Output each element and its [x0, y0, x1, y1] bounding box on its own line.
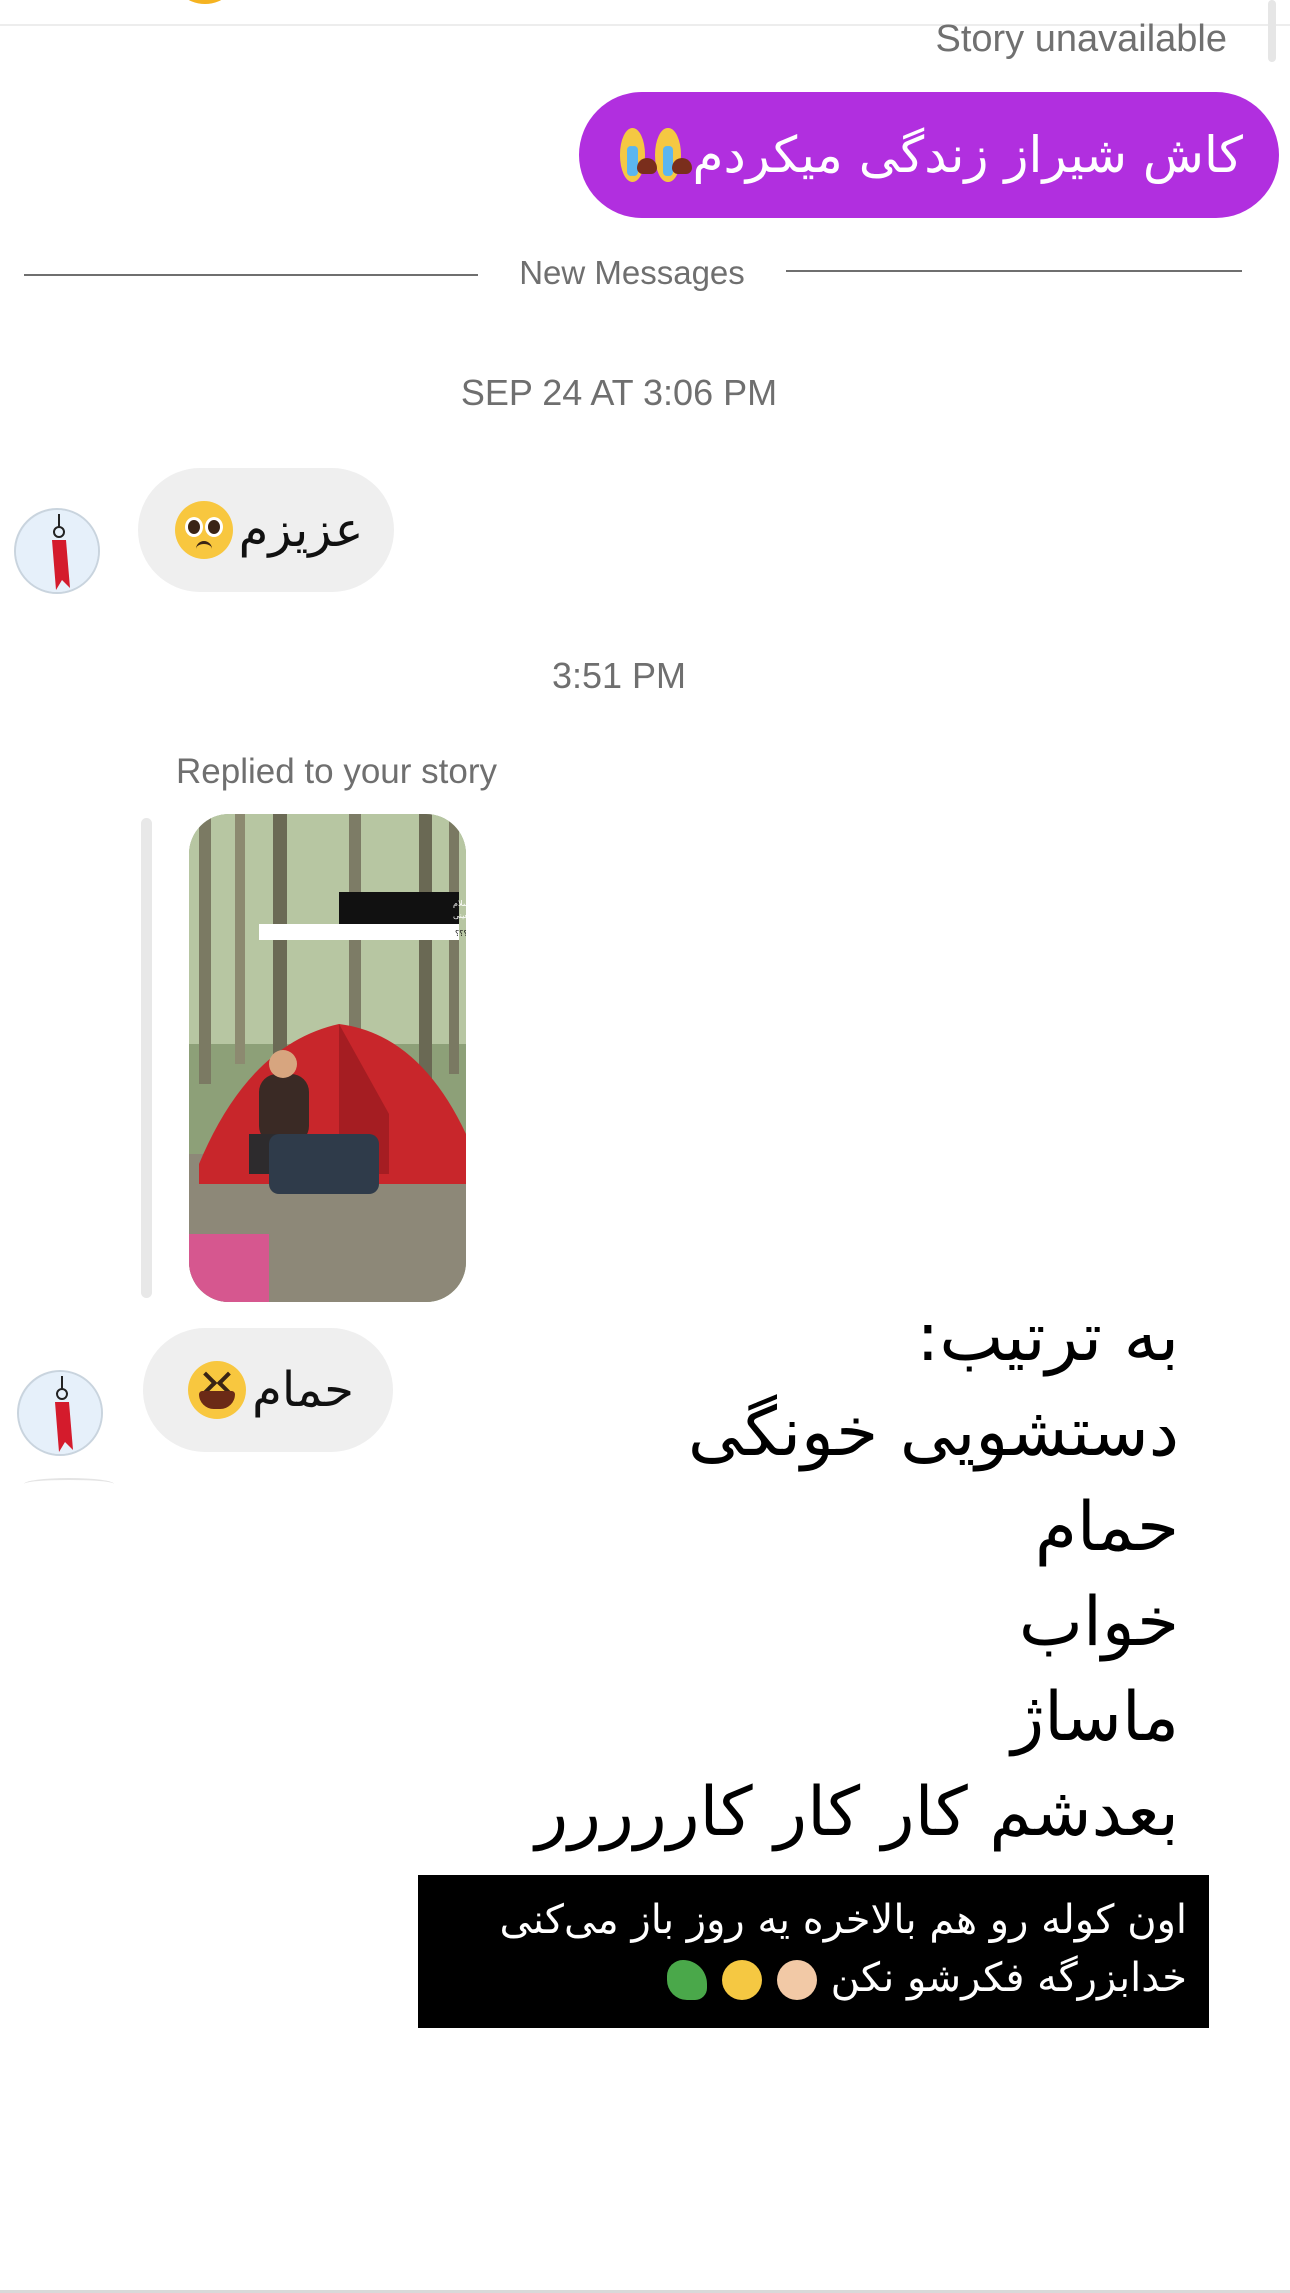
overlay-line: به ترتیب: [916, 1298, 1179, 1377]
message-text: حمام [252, 1362, 354, 1418]
crying-face-icon [655, 128, 693, 182]
caption-line-2-text: خدابزرگه فکرشو نکن [830, 1955, 1187, 2001]
sent-message-bubble[interactable]: کاش شیراز زندگی میکردم [579, 92, 1279, 218]
story-unavailable-label: Story unavailable [935, 18, 1227, 60]
story-image: سلام سلام اول هفته بخیر نورالعینی بگو بب… [189, 814, 466, 1302]
person-shrugging-icon [776, 1960, 817, 2000]
story-caption-line3: بگو ببینم بعد کمپ فقط چیه که میچسبه ؟؟؟ [455, 928, 466, 938]
overlay-line: خواب [1018, 1583, 1179, 1662]
divider-line-right [786, 270, 1242, 272]
avatar-image [19, 1372, 101, 1454]
story-caption-line1: سلام سلام [453, 899, 466, 908]
caption-line-2: خدابزرگه فکرشو نکن [440, 1949, 1187, 2007]
avatar[interactable] [14, 508, 100, 594]
story-caption-line2: اول هفته بخیر نورالعینی [453, 911, 466, 920]
relieved-face-icon [722, 1960, 763, 2000]
avatar-image [16, 510, 98, 592]
received-message-bubble[interactable]: عزیزم [138, 468, 394, 592]
received-message-bubble[interactable]: حمام [143, 1328, 393, 1452]
t-rex-icon [667, 1960, 708, 2000]
grinning-squinting-face-icon [188, 1361, 247, 1419]
overlay-line: دستشویی خونگی [687, 1393, 1179, 1472]
partial-message-edge [24, 1478, 114, 1490]
caption-box: اون کوله رو هم بالاخره یه روز باز می‌کنی… [418, 1875, 1209, 2028]
avatar[interactable] [17, 1370, 103, 1456]
divider-line-left [24, 274, 478, 276]
overlay-line: ماساژ [1011, 1678, 1179, 1757]
sent-message-text: کاش شیراز زندگی میکردم [692, 126, 1243, 184]
overlay-line: حمام [1034, 1488, 1179, 1567]
message-text: عزیزم [238, 502, 364, 558]
crying-face-icon [620, 128, 657, 182]
partial-emoji-icon [170, 0, 240, 4]
overlay-line: بعدشم کار کار کاررررر [535, 1773, 1179, 1852]
scrollbar[interactable] [1268, 0, 1276, 62]
timestamp: SEP 24 AT 3:06 PM [460, 372, 778, 413]
reply-quote-bar [141, 818, 152, 1298]
story-thumbnail[interactable]: سلام سلام اول هفته بخیر نورالعینی بگو بب… [189, 814, 466, 1302]
pleading-face-icon [174, 501, 233, 559]
timestamp: 3:51 PM [551, 655, 687, 696]
overlay-text-block: به ترتیب: دستشویی خونگی حمام خواب ماساژ … [535, 1290, 1179, 1860]
replied-to-story-label: Replied to your story [176, 752, 497, 791]
caption-line-1: اون کوله رو هم بالاخره یه روز باز می‌کنی [499, 1897, 1187, 1943]
new-messages-label: New Messages [519, 254, 745, 291]
